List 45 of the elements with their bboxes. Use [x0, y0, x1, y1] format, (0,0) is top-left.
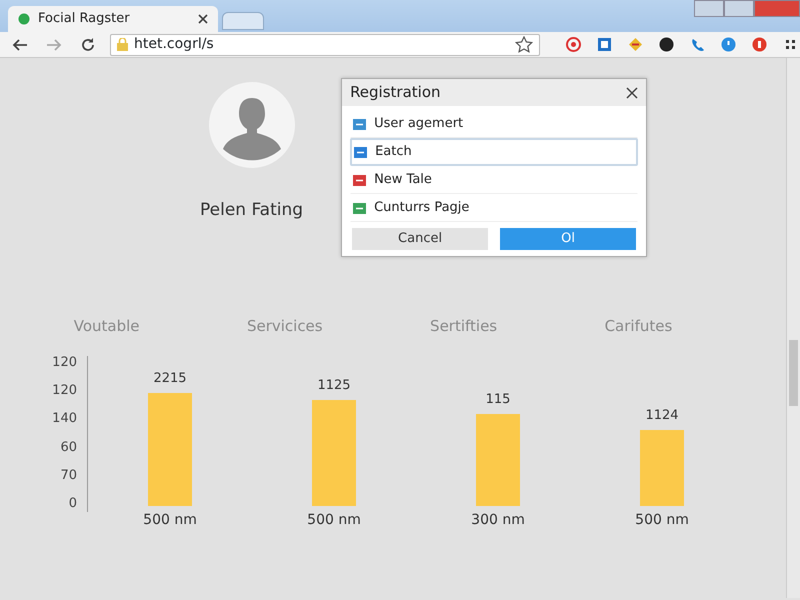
axis-tick-label: 70	[59, 469, 77, 484]
column-label: Voutable	[74, 316, 140, 337]
column-label: Servicices	[246, 316, 323, 337]
avatar-icon	[208, 82, 295, 168]
star-icon[interactable]	[515, 36, 533, 53]
bar-value-label: 1125	[317, 377, 351, 395]
phone-icon[interactable]	[690, 37, 705, 52]
globe-icon	[18, 13, 30, 25]
bar-value-label: 2215	[153, 370, 187, 388]
profile-name: Pelen Fating	[200, 199, 304, 222]
dialog-item[interactable]: Cunturrs Pagje	[350, 194, 638, 222]
minimize-button[interactable]	[694, 0, 724, 17]
bar-value-label: 1124	[645, 407, 679, 425]
column-label: Carifutes	[604, 316, 672, 337]
cancel-button[interactable]: Cancel	[352, 228, 488, 250]
dialog-item[interactable]: User agemert	[350, 110, 638, 138]
apps-icon[interactable]	[783, 37, 798, 52]
scrollbar[interactable]	[786, 58, 800, 598]
axis-tick-label: 140	[51, 412, 77, 426]
close-icon[interactable]	[198, 14, 208, 24]
circle-icon[interactable]	[659, 37, 674, 52]
category-label: 500 nm	[143, 510, 197, 530]
category-label: 500 nm	[635, 510, 689, 530]
column-label: Sertifties	[430, 316, 498, 337]
lock-icon	[117, 38, 128, 51]
category-label: 300 nm	[471, 510, 525, 530]
address-bar[interactable]: htet.cogrl/s	[110, 34, 540, 56]
axis-tick-label: 120	[51, 356, 77, 370]
maximize-button[interactable]	[724, 0, 754, 17]
bar-value-label: 115	[486, 391, 510, 409]
reload-icon[interactable]	[80, 36, 96, 52]
back-icon[interactable]	[12, 36, 28, 52]
dialog-item[interactable]: New Tale	[350, 166, 638, 194]
record-icon[interactable]	[566, 37, 581, 52]
axis-tick-label: 60	[59, 440, 77, 455]
square-icon[interactable]	[597, 37, 612, 52]
dialog-item[interactable]: Eatch	[350, 138, 638, 166]
category-label: 500 nm	[307, 510, 361, 530]
close-icon[interactable]	[626, 86, 638, 98]
axis-tick-label: 120	[51, 384, 77, 398]
axis-tick-label: 0	[68, 497, 77, 512]
dialog-title: Registration	[350, 82, 441, 104]
diamond-icon[interactable]	[628, 37, 643, 52]
browser-tab[interactable]: Focial Ragster	[8, 6, 218, 32]
scrollbar-thumb[interactable]	[789, 340, 798, 406]
